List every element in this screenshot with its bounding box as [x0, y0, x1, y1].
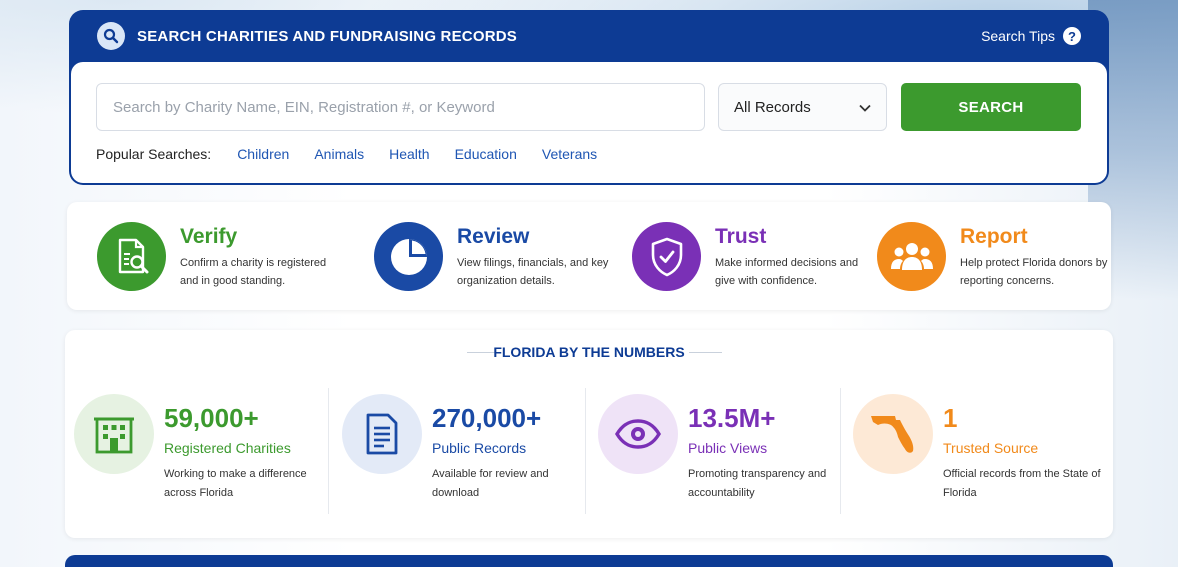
stat-value: 1	[943, 403, 958, 433]
stat-public-views: 13.5M+ Public Views Promoting transparen…	[598, 394, 848, 503]
document-search-icon	[97, 222, 166, 291]
shield-check-icon	[632, 222, 701, 291]
title-rule-right	[689, 352, 722, 353]
popular-link-animals[interactable]: Animals	[314, 146, 364, 162]
stat-desc: Available for review and download	[432, 468, 549, 499]
stat-desc: Working to make a difference across Flor…	[164, 468, 307, 499]
search-input[interactable]	[96, 83, 705, 131]
popular-link-education[interactable]: Education	[455, 146, 517, 162]
stat-registered-charities: 59,000+ Registered Charities Working to …	[74, 394, 324, 503]
search-tips-label: Search Tips	[981, 28, 1055, 44]
records-type-select[interactable]: All Records	[718, 83, 887, 131]
help-icon: ?	[1063, 27, 1081, 45]
popular-link-children[interactable]: Children	[237, 146, 289, 162]
feature-desc: Confirm a charity is registered and in g…	[180, 257, 327, 287]
feature-trust: Trust Make informed decisions and give w…	[632, 222, 875, 291]
search-button[interactable]: SEARCH	[901, 83, 1081, 131]
feature-title: Report	[960, 225, 1028, 248]
feature-title: Verify	[180, 225, 238, 248]
stat-desc: Official records from the State of Flori…	[943, 468, 1101, 499]
popular-searches: Popular Searches: Children Animals Healt…	[96, 146, 622, 162]
stat-public-records: 270,000+ Public Records Available for re…	[342, 394, 592, 503]
magnifier-icon	[97, 22, 125, 50]
feature-review: Review View filings, financials, and key…	[374, 222, 617, 291]
feature-verify: Verify Confirm a charity is registered a…	[97, 222, 340, 291]
feature-desc: Make informed decisions and give with co…	[715, 257, 859, 287]
building-icon	[74, 394, 154, 474]
divider	[328, 388, 329, 514]
popular-searches-label: Popular Searches:	[96, 146, 212, 162]
search-title: SEARCH CHARITIES AND FUNDRAISING RECORDS	[137, 27, 517, 45]
feature-title: Review	[457, 225, 530, 248]
people-group-icon	[877, 222, 946, 291]
search-form: All Records SEARCH Popular Searches: Chi…	[71, 62, 1107, 183]
search-tips-link[interactable]: Search Tips ?	[981, 27, 1081, 45]
records-select-value: All Records	[734, 98, 811, 116]
divider	[840, 388, 841, 514]
stat-trusted-source: 1 Trusted Source Official records from t…	[853, 394, 1103, 503]
document-icon	[342, 394, 422, 474]
divider	[585, 388, 586, 514]
next-section-header	[65, 555, 1113, 567]
stat-value: 59,000+	[164, 403, 259, 433]
feature-desc: Help protect Florida donors by reporting…	[960, 257, 1108, 287]
pie-chart-icon	[374, 222, 443, 291]
stat-label: Trusted Source	[943, 440, 1039, 456]
popular-link-veterans[interactable]: Veterans	[542, 146, 597, 162]
eye-icon	[598, 394, 678, 474]
search-header: SEARCH CHARITIES AND FUNDRAISING RECORDS…	[69, 10, 1109, 62]
stat-desc: Promoting transparency and accountabilit…	[688, 468, 827, 499]
feature-title: Trust	[715, 225, 767, 248]
chevron-down-icon	[859, 99, 871, 116]
florida-map-icon	[853, 394, 933, 474]
numbers-title: FLORIDA BY THE NUMBERS	[493, 344, 685, 360]
search-panel: SEARCH CHARITIES AND FUNDRAISING RECORDS…	[69, 10, 1109, 185]
stat-label: Registered Charities	[164, 440, 291, 456]
feature-desc: View filings, financials, and key organi…	[457, 257, 609, 287]
florida-numbers-panel: FLORIDA BY THE NUMBERS 59,000+ Registere…	[65, 330, 1113, 538]
popular-link-health[interactable]: Health	[389, 146, 429, 162]
stat-value: 13.5M+	[688, 403, 776, 433]
stat-value: 270,000+	[432, 403, 542, 433]
features-panel: Verify Confirm a charity is registered a…	[67, 202, 1111, 310]
feature-report: Report Help protect Florida donors by re…	[877, 222, 1120, 291]
stat-label: Public Views	[688, 440, 768, 456]
stat-label: Public Records	[432, 440, 527, 456]
